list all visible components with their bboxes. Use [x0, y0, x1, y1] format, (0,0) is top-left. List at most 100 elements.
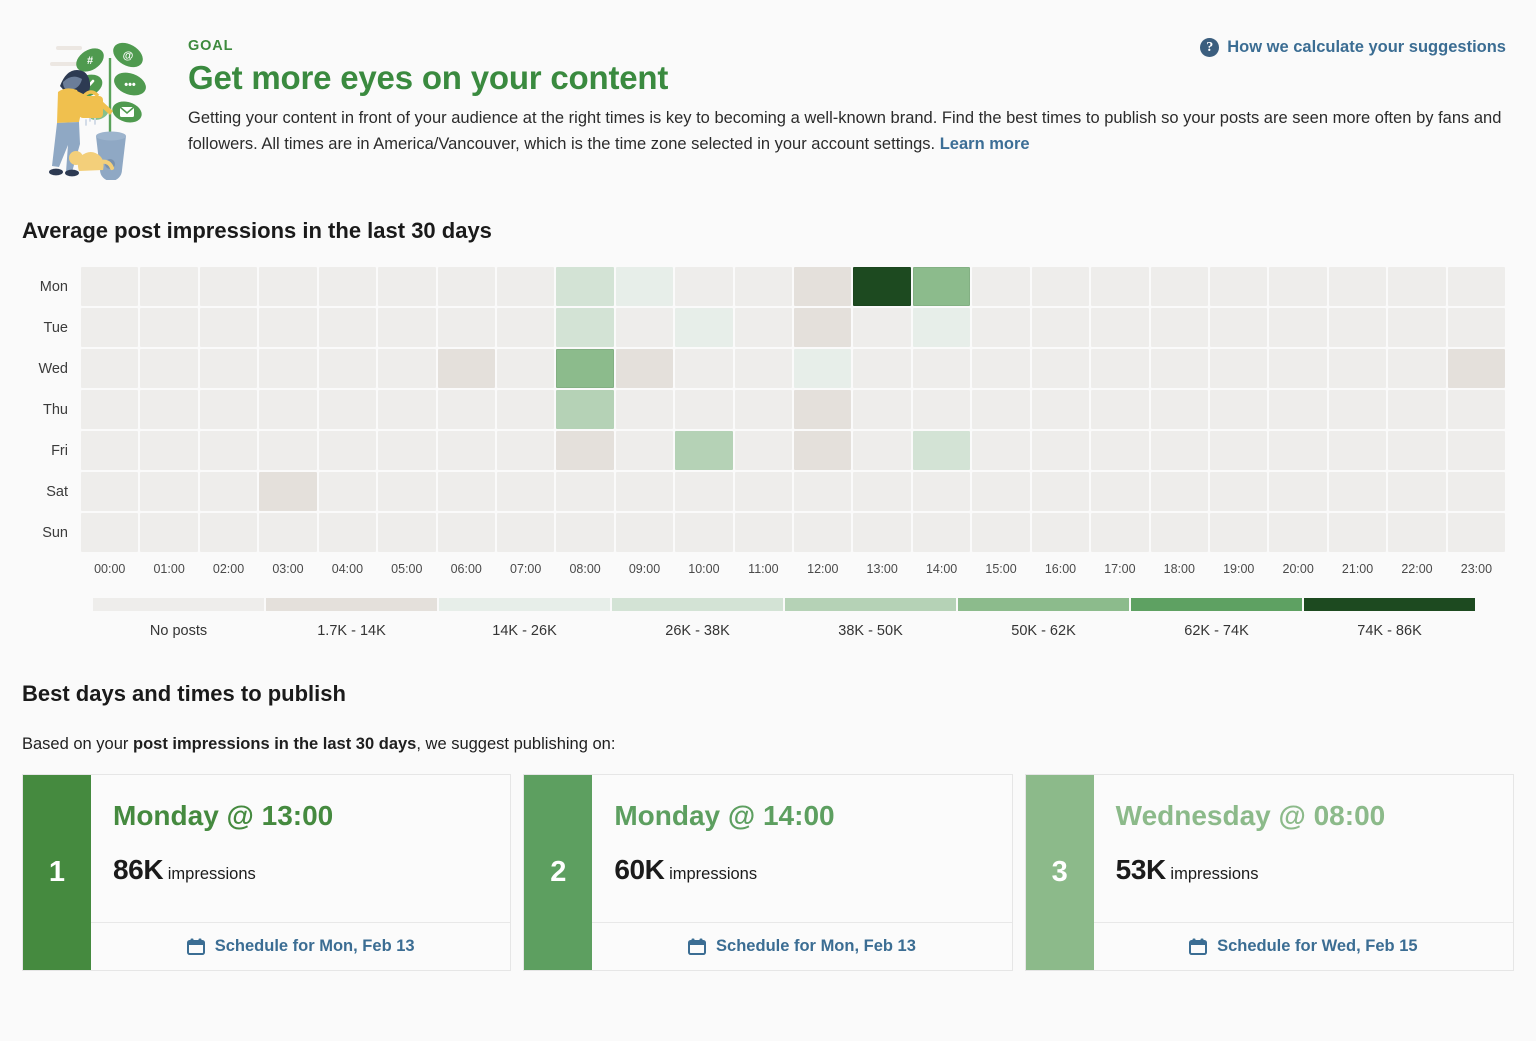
heatmap-cell[interactable] [1269, 513, 1326, 552]
heatmap-cell[interactable] [497, 472, 554, 511]
heatmap-cell[interactable] [497, 349, 554, 388]
heatmap-cell[interactable] [1091, 431, 1148, 470]
heatmap-cell[interactable] [140, 390, 197, 429]
heatmap-cell[interactable] [1151, 513, 1208, 552]
heatmap-cell[interactable] [378, 267, 435, 306]
heatmap-cell[interactable] [1210, 390, 1267, 429]
heatmap-cell[interactable] [853, 349, 910, 388]
heatmap-cell[interactable] [378, 349, 435, 388]
heatmap-cell[interactable] [259, 390, 316, 429]
heatmap-cell[interactable] [675, 267, 732, 306]
heatmap-cell[interactable] [1032, 267, 1089, 306]
heatmap-cell[interactable] [1388, 431, 1445, 470]
schedule-button[interactable]: Schedule for Mon, Feb 13 [592, 922, 1011, 970]
heatmap-cell[interactable] [556, 349, 613, 388]
heatmap-cell[interactable] [556, 472, 613, 511]
learn-more-link[interactable]: Learn more [940, 135, 1030, 153]
heatmap-cell[interactable] [378, 472, 435, 511]
heatmap-cell[interactable] [853, 390, 910, 429]
heatmap-cell[interactable] [794, 431, 851, 470]
heatmap-cell[interactable] [735, 431, 792, 470]
heatmap-cell[interactable] [1032, 349, 1089, 388]
heatmap-cell[interactable] [1448, 431, 1505, 470]
heatmap-cell[interactable] [1448, 390, 1505, 429]
heatmap-cell[interactable] [556, 308, 613, 347]
heatmap-cell[interactable] [735, 513, 792, 552]
heatmap-cell[interactable] [1329, 349, 1386, 388]
heatmap-cell[interactable] [319, 349, 376, 388]
heatmap-cell[interactable] [972, 308, 1029, 347]
heatmap-cell[interactable] [1388, 472, 1445, 511]
heatmap-cell[interactable] [735, 390, 792, 429]
heatmap-cell[interactable] [616, 513, 673, 552]
heatmap-cell[interactable] [259, 513, 316, 552]
heatmap-cell[interactable] [616, 267, 673, 306]
heatmap-cell[interactable] [1448, 349, 1505, 388]
heatmap-cell[interactable] [81, 390, 138, 429]
heatmap-cell[interactable] [794, 349, 851, 388]
heatmap-cell[interactable] [1032, 390, 1089, 429]
heatmap-cell[interactable] [1032, 513, 1089, 552]
heatmap-cell[interactable] [1210, 267, 1267, 306]
heatmap-cell[interactable] [616, 390, 673, 429]
heatmap-cell[interactable] [556, 513, 613, 552]
heatmap-cell[interactable] [259, 472, 316, 511]
heatmap-cell[interactable] [1151, 267, 1208, 306]
heatmap-cell[interactable] [794, 308, 851, 347]
heatmap-cell[interactable] [1091, 267, 1148, 306]
heatmap-cell[interactable] [1269, 472, 1326, 511]
heatmap-cell[interactable] [853, 513, 910, 552]
heatmap-cell[interactable] [972, 349, 1029, 388]
heatmap-cell[interactable] [378, 431, 435, 470]
heatmap-cell[interactable] [1388, 308, 1445, 347]
heatmap-cell[interactable] [319, 513, 376, 552]
heatmap-cell[interactable] [259, 308, 316, 347]
heatmap-cell[interactable] [438, 390, 495, 429]
heatmap-cell[interactable] [972, 431, 1029, 470]
heatmap-cell[interactable] [378, 390, 435, 429]
heatmap-cell[interactable] [1388, 349, 1445, 388]
heatmap-cell[interactable] [140, 513, 197, 552]
heatmap-cell[interactable] [972, 513, 1029, 552]
heatmap-cell[interactable] [1151, 472, 1208, 511]
heatmap-cell[interactable] [81, 431, 138, 470]
heatmap-cell[interactable] [1448, 472, 1505, 511]
heatmap-cell[interactable] [200, 513, 257, 552]
heatmap-cell[interactable] [1151, 390, 1208, 429]
heatmap-cell[interactable] [1210, 513, 1267, 552]
heatmap-cell[interactable] [140, 267, 197, 306]
heatmap-cell[interactable] [438, 431, 495, 470]
heatmap-cell[interactable] [794, 267, 851, 306]
heatmap-cell[interactable] [1032, 472, 1089, 511]
heatmap-cell[interactable] [140, 472, 197, 511]
heatmap-cell[interactable] [319, 431, 376, 470]
heatmap-cell[interactable] [913, 349, 970, 388]
heatmap-cell[interactable] [1151, 308, 1208, 347]
heatmap-cell[interactable] [1269, 390, 1326, 429]
heatmap-cell[interactable] [616, 308, 673, 347]
heatmap-cell[interactable] [735, 267, 792, 306]
heatmap-cell[interactable] [1329, 513, 1386, 552]
heatmap-cell[interactable] [200, 267, 257, 306]
heatmap-cell[interactable] [497, 431, 554, 470]
heatmap-cell[interactable] [319, 267, 376, 306]
heatmap-cell[interactable] [1388, 390, 1445, 429]
heatmap-cell[interactable] [675, 431, 732, 470]
heatmap-cell[interactable] [1210, 308, 1267, 347]
heatmap-cell[interactable] [1269, 349, 1326, 388]
heatmap-cell[interactable] [853, 308, 910, 347]
heatmap-cell[interactable] [913, 472, 970, 511]
schedule-button[interactable]: Schedule for Wed, Feb 15 [1094, 922, 1513, 970]
heatmap-cell[interactable] [1388, 513, 1445, 552]
heatmap-cell[interactable] [1210, 349, 1267, 388]
heatmap-cell[interactable] [81, 472, 138, 511]
heatmap-cell[interactable] [140, 308, 197, 347]
heatmap-cell[interactable] [675, 390, 732, 429]
heatmap-cell[interactable] [1269, 267, 1326, 306]
heatmap-cell[interactable] [259, 349, 316, 388]
heatmap-cell[interactable] [1329, 472, 1386, 511]
heatmap-cell[interactable] [794, 513, 851, 552]
heatmap-cell[interactable] [1151, 349, 1208, 388]
heatmap-cell[interactable] [675, 308, 732, 347]
heatmap-cell[interactable] [853, 472, 910, 511]
